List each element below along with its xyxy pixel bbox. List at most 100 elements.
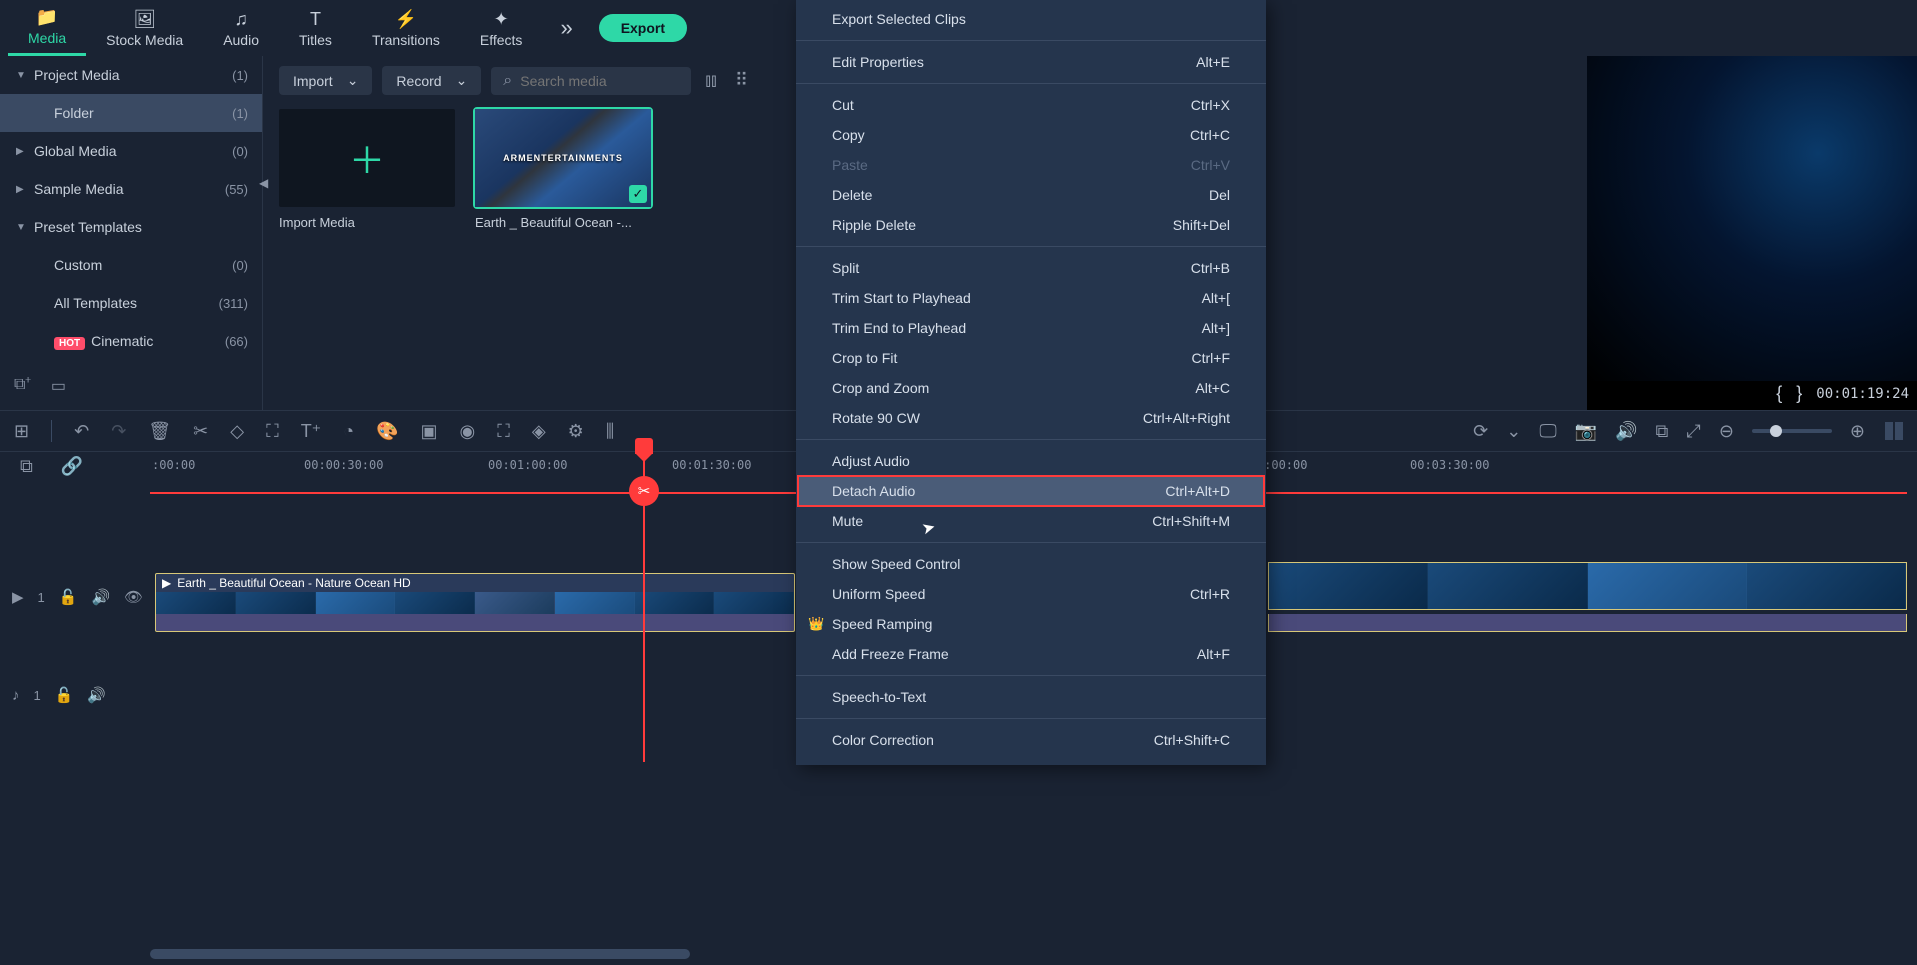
zoom-slider[interactable] — [1752, 429, 1832, 433]
sidebar-item-folder[interactable]: Folder (1) — [0, 94, 262, 132]
keyframe-icon[interactable]: ◈ — [532, 421, 546, 442]
search-media-input[interactable]: ⌕ — [491, 67, 691, 95]
sidebar-item-cinematic[interactable]: HOTCinematic (66) — [0, 322, 262, 360]
timeline-clip-audio[interactable] — [155, 614, 795, 632]
ctx-show-speed-control[interactable]: Show Speed Control — [796, 549, 1266, 579]
color-icon[interactable]: 🎨 — [376, 421, 398, 442]
redo-icon[interactable]: ↷ — [111, 421, 126, 442]
ctx-speech-to-text[interactable]: Speech-to-Text — [796, 682, 1266, 712]
tab-media[interactable]: 📁 Media — [8, 0, 86, 56]
ctx-speed-ramping[interactable]: 👑Speed Ramping — [796, 609, 1266, 639]
sidebar-count: (0) — [232, 144, 248, 159]
tab-titles[interactable]: T Titles — [279, 0, 352, 56]
volume-icon[interactable]: 🔊 — [91, 588, 110, 606]
ctx-trim-end[interactable]: Trim End to PlayheadAlt+] — [796, 313, 1266, 343]
ctx-delete[interactable]: DeleteDel — [796, 180, 1266, 210]
ctx-add-freeze-frame[interactable]: Add Freeze FrameAlt+F — [796, 639, 1266, 669]
layout-icon[interactable]: ⊞ — [14, 421, 29, 442]
ctx-rotate-90-cw[interactable]: Rotate 90 CWCtrl+Alt+Right — [796, 403, 1266, 433]
zoom-out-icon[interactable]: ⊖ — [1719, 421, 1734, 442]
filter-icon[interactable]: ⫾⫾ — [701, 66, 721, 95]
ctx-cut[interactable]: CutCtrl+X — [796, 90, 1266, 120]
fullscreen-icon[interactable]: ⤢ — [1686, 421, 1700, 442]
ctx-crop-and-zoom[interactable]: Crop and ZoomAlt+C — [796, 373, 1266, 403]
volume-icon[interactable]: 🔊 — [87, 686, 106, 704]
preview-timecode: 00:01:19:24 — [1816, 386, 1909, 402]
audio-mixer-icon[interactable]: ⫼ — [606, 421, 614, 442]
auto-ripple-icon[interactable]: ⧉ — [20, 456, 33, 477]
speed-icon[interactable]: ◔ — [343, 421, 354, 442]
voiceover-icon[interactable]: ◉ — [460, 421, 476, 442]
sidebar-item-custom[interactable]: Custom (0) — [0, 246, 262, 284]
volume-icon[interactable]: 🔊 — [1615, 421, 1637, 442]
collapse-sidebar-button[interactable]: ◀ — [259, 176, 268, 190]
sidebar-item-all-templates[interactable]: All Templates (311) — [0, 284, 262, 322]
undo-icon[interactable]: ↶ — [74, 421, 89, 442]
text-tool-icon[interactable]: T⁺ — [301, 421, 322, 442]
sidebar-item-sample-media[interactable]: ▶ Sample Media (55) — [0, 170, 262, 208]
crop-icon[interactable]: ⛶ — [266, 421, 279, 442]
ctx-detach-audio[interactable]: Detach AudioCtrl+Alt+D — [798, 476, 1264, 506]
search-icon: ⌕ — [503, 72, 512, 90]
import-media-card[interactable]: ＋ Import Media — [279, 109, 455, 230]
ctx-paste: PasteCtrl+V — [796, 150, 1266, 180]
tab-transitions-label: Transitions — [372, 32, 440, 48]
import-dropdown[interactable]: Import ⌄ — [279, 66, 372, 95]
ctx-edit-properties[interactable]: Edit PropertiesAlt+E — [796, 47, 1266, 77]
ctx-color-correction[interactable]: Color CorrectionCtrl+Shift+C — [796, 725, 1266, 755]
video-track-icon[interactable]: ▶ — [12, 588, 24, 606]
chevron-down-icon[interactable]: ⌄ — [1506, 421, 1521, 442]
search-input[interactable] — [520, 73, 670, 89]
ctx-crop-to-fit[interactable]: Crop to FitCtrl+F — [796, 343, 1266, 373]
cut-icon[interactable]: ✂ — [193, 421, 208, 442]
export-button[interactable]: Export — [599, 14, 687, 42]
tab-effects-label: Effects — [480, 32, 523, 48]
snapshot-icon[interactable]: 📷 — [1575, 421, 1597, 442]
display-icon[interactable]: 🖵 — [1539, 421, 1556, 442]
tab-audio[interactable]: ♫ Audio — [203, 0, 279, 56]
lock-icon[interactable]: 🔓 — [59, 588, 78, 606]
ctx-trim-start[interactable]: Trim Start to PlayheadAlt+[ — [796, 283, 1266, 313]
ctx-adjust-audio[interactable]: Adjust Audio — [796, 446, 1266, 476]
playhead-handle[interactable] — [635, 438, 653, 454]
tab-stock-media[interactable]: 🖼 Stock Media — [86, 0, 203, 56]
more-tabs-button[interactable]: » — [550, 15, 582, 41]
zoom-in-icon[interactable]: ⊕ — [1850, 421, 1865, 442]
lock-icon[interactable]: 🔓 — [55, 686, 74, 704]
sidebar-item-project-media[interactable]: ▼ Project Media (1) — [0, 56, 262, 94]
mark-in-button[interactable]: { — [1776, 383, 1782, 404]
tab-transitions[interactable]: ⚡ Transitions — [352, 0, 460, 56]
render-icon[interactable]: ⟳ — [1473, 421, 1488, 442]
export-frame-icon[interactable]: ⧉ — [1656, 421, 1669, 442]
mark-out-button[interactable]: } — [1796, 383, 1802, 404]
grid-view-icon[interactable]: ⠿ — [731, 66, 752, 95]
adjust-icon[interactable]: ⚙ — [568, 421, 584, 442]
tag-icon[interactable]: ◇ — [230, 421, 244, 442]
delete-icon[interactable]: 🗑 — [148, 421, 171, 442]
expand-icon[interactable]: ⛶ — [497, 421, 510, 442]
split-at-playhead-button[interactable]: ✂ — [629, 476, 659, 506]
chevron-down-icon: ⌄ — [347, 72, 359, 89]
timeline-clip-audio[interactable] — [1268, 614, 1907, 632]
timeline-clip[interactable] — [1268, 562, 1907, 610]
sidebar-item-preset-templates[interactable]: ▼ Preset Templates — [0, 208, 262, 246]
ctx-ripple-delete[interactable]: Ripple DeleteShift+Del — [796, 210, 1266, 240]
timeline-scrollbar[interactable] — [150, 949, 690, 959]
ctx-split[interactable]: SplitCtrl+B — [796, 253, 1266, 283]
link-icon[interactable]: 🔗 — [61, 456, 83, 477]
ctx-copy[interactable]: CopyCtrl+C — [796, 120, 1266, 150]
media-clip-card[interactable]: ARMENTERTAINMENTS Earth _ Beautiful Ocea… — [475, 109, 651, 230]
ctx-mute[interactable]: MuteCtrl+Shift+M — [796, 506, 1266, 536]
sidebar-item-global-media[interactable]: ▶ Global Media (0) — [0, 132, 262, 170]
preview-video-frame[interactable] — [1587, 56, 1917, 381]
ctx-export-selected-clips[interactable]: Export Selected Clips — [796, 4, 1266, 34]
green-screen-icon[interactable]: ▣ — [420, 421, 437, 442]
folder-icon[interactable]: ▭ — [51, 376, 66, 396]
ctx-uniform-speed[interactable]: Uniform SpeedCtrl+R — [796, 579, 1266, 609]
new-folder-icon[interactable]: ⧉⁺ — [14, 376, 31, 396]
visibility-icon[interactable]: 👁 — [124, 588, 143, 606]
tab-effects[interactable]: ✦ Effects — [460, 0, 543, 56]
playhead[interactable]: ✂ — [643, 452, 645, 762]
audio-track-icon[interactable]: ♪ — [12, 687, 20, 704]
record-dropdown[interactable]: Record ⌄ — [382, 66, 481, 95]
